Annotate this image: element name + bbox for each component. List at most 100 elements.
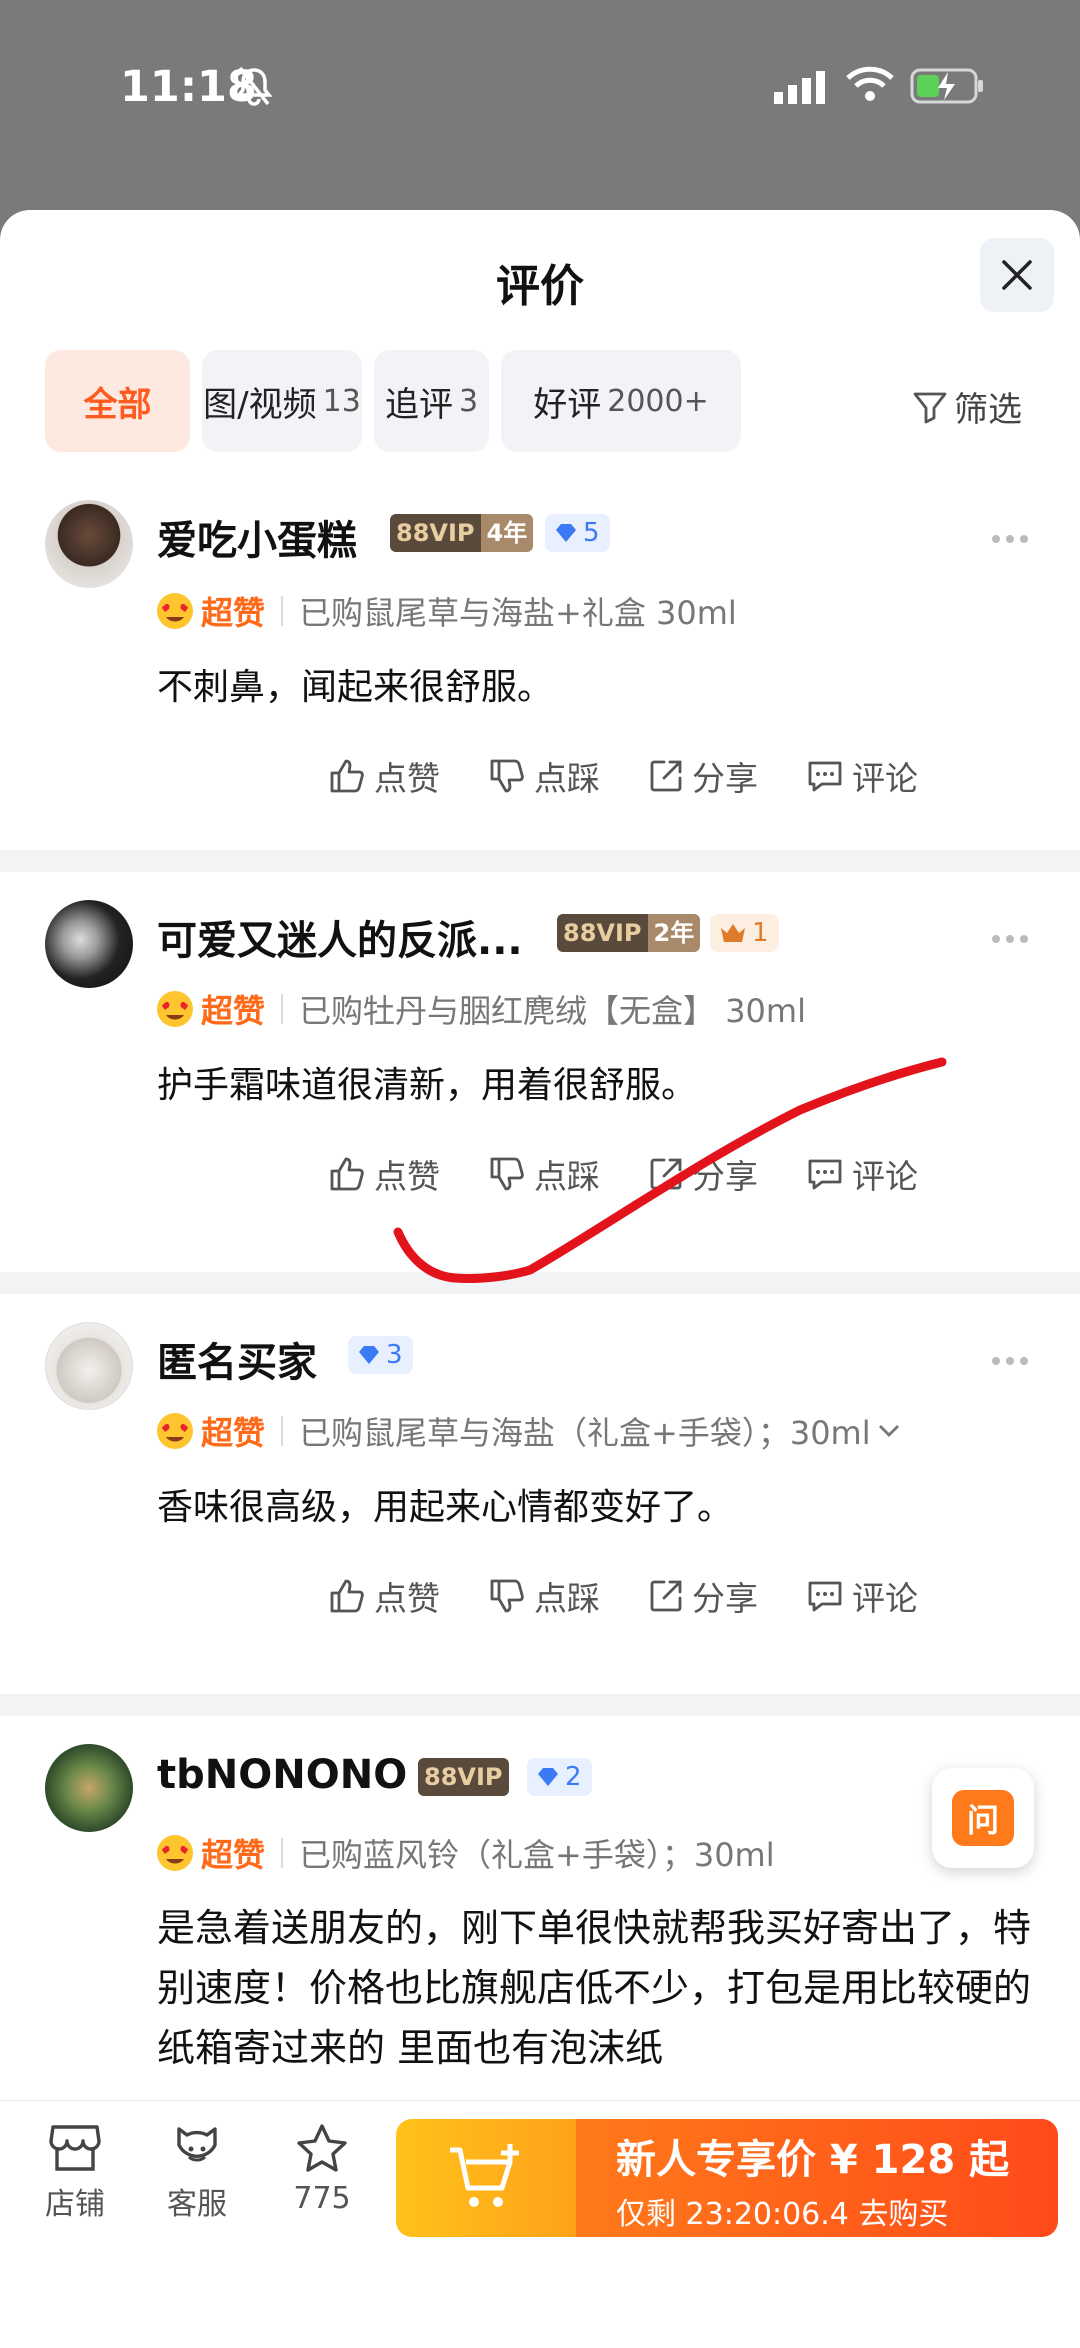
chip-count: 2000+ xyxy=(607,383,709,419)
share-label: 分享 xyxy=(692,1157,758,1196)
rating-row: 超赞 已购蓝风铃（礼盒+手袋）；30ml xyxy=(155,1830,775,1876)
service-label: 客服 xyxy=(167,2187,227,2222)
thumbs-down-icon xyxy=(490,759,524,793)
level-badge: 2 xyxy=(527,1758,592,1796)
reviewer-name[interactable]: 匿名买家 xyxy=(157,1330,317,1388)
review-sheet: 评价 全部 图/视频 13 追评 3 好评 2000+ 筛选 爱吃小蛋糕 88VIP 4… xyxy=(0,210,1080,2100)
thumbs-up-icon xyxy=(330,1157,364,1191)
dislike-button[interactable]: 点踩 xyxy=(488,1150,600,1198)
close-button[interactable] xyxy=(980,238,1054,312)
vip-label: 88VIP xyxy=(390,514,481,552)
like-button[interactable]: 点赞 xyxy=(328,1150,440,1198)
filter-chip-positive[interactable]: 好评 2000+ xyxy=(501,350,741,452)
share-button[interactable]: 分享 xyxy=(648,1150,758,1198)
like-label: 点赞 xyxy=(374,1157,440,1196)
store-tab[interactable]: 店铺 xyxy=(30,2123,120,2223)
heart-eyes-emoji-icon xyxy=(157,593,193,629)
chip-label: 追评 xyxy=(384,384,453,425)
add-to-cart-button[interactable] xyxy=(396,2119,576,2237)
thumbs-up-icon xyxy=(330,1579,364,1613)
level-badge: 5 xyxy=(545,514,610,552)
rating-row: 超赞 已购鼠尾草与海盐（礼盒+手袋）；30ml xyxy=(155,1408,903,1454)
store-label: 店铺 xyxy=(45,2187,105,2222)
customer-service-icon xyxy=(177,2127,217,2162)
thumbs-down-icon xyxy=(490,1157,524,1191)
bottom-bar: 店铺 客服 775 新人专享价 ¥ 128 起 仅剩 23:20:06.4 去购… xyxy=(0,2100,1080,2348)
rating-label: 超赞 xyxy=(201,1414,266,1452)
level-value: 5 xyxy=(583,518,600,548)
purchased-sku: 已购鼠尾草与海盐（礼盒+手袋）；30ml xyxy=(299,1414,871,1452)
share-button[interactable]: 分享 xyxy=(648,752,758,800)
share-label: 分享 xyxy=(692,759,758,798)
bell-muted-icon xyxy=(236,66,272,106)
ask-label: 问 xyxy=(966,1801,999,1839)
level-badge: 1 xyxy=(710,914,779,952)
avatar[interactable] xyxy=(45,500,133,588)
divider xyxy=(0,1694,1080,1716)
dislike-button[interactable]: 点踩 xyxy=(488,752,600,800)
crown-icon xyxy=(721,924,745,942)
favorite-tab[interactable]: 775 xyxy=(277,2123,367,2216)
ask-icon: 问 xyxy=(952,1790,1014,1846)
rating-label: 超赞 xyxy=(201,594,266,632)
comment-label: 评论 xyxy=(852,759,918,798)
vip-badge: 88VIP 2年 xyxy=(557,914,701,952)
avatar[interactable] xyxy=(45,1744,133,1832)
buy-button[interactable]: 新人专享价 ¥ 128 起 仅剩 23:20:06.4 去购买 xyxy=(396,2119,1058,2237)
comment-button[interactable]: 评论 xyxy=(806,752,918,800)
funnel-icon xyxy=(913,392,947,423)
like-button[interactable]: 点赞 xyxy=(328,752,440,800)
review-card: tbNONONO 88VIP 2 超赞 已购蓝风铃（礼盒+手袋）；30ml 是急… xyxy=(0,1716,1080,2100)
avatar[interactable] xyxy=(45,1322,133,1410)
avatar[interactable] xyxy=(45,900,133,988)
purchased-sku: 已购鼠尾草与海盐+礼盒 30ml xyxy=(299,594,737,632)
review-actions: 点赞 点踩 分享 评论 xyxy=(328,1572,918,1620)
dislike-label: 点踩 xyxy=(534,759,600,798)
level-badge: 3 xyxy=(348,1336,413,1374)
more-options-button[interactable] xyxy=(992,535,1028,543)
review-card: 爱吃小蛋糕 88VIP 4年 5 超赞 已购鼠尾草与海盐+礼盒 30ml 不刺鼻，… xyxy=(0,480,1080,798)
more-options-button[interactable] xyxy=(992,935,1028,943)
dislike-button[interactable]: 点踩 xyxy=(488,1572,600,1620)
level-value: 3 xyxy=(386,1340,403,1370)
wifi-icon xyxy=(846,66,894,101)
more-options-button[interactable] xyxy=(992,1357,1028,1365)
service-tab[interactable]: 客服 xyxy=(152,2123,242,2223)
chevron-down-icon[interactable] xyxy=(875,1417,903,1445)
buy-now-panel[interactable]: 新人专享价 ¥ 128 起 仅剩 23:20:06.4 去购买 xyxy=(576,2119,1058,2237)
comment-button[interactable]: 评论 xyxy=(806,1150,918,1198)
filter-button-label: 筛选 xyxy=(954,390,1022,430)
divider xyxy=(0,1272,1080,1294)
review-card: 匿名买家 3 超赞 已购鼠尾草与海盐（礼盒+手袋）；30ml 香味很高级，用起来… xyxy=(0,1294,1080,1632)
heart-eyes-emoji-icon xyxy=(157,1835,193,1871)
cellular-signal-icon xyxy=(774,71,825,104)
ask-button[interactable]: 问 xyxy=(932,1768,1034,1868)
share-icon xyxy=(650,760,682,792)
review-card: 可爱又迷人的反派... 88VIP 2年 1 超赞 已购牡丹与胭红麂绒【无盒】 3… xyxy=(0,872,1080,1210)
reviewer-name[interactable]: tbNONONO xyxy=(157,1752,407,1798)
review-text: 不刺鼻，闻起来很舒服。 xyxy=(157,667,554,708)
comment-button[interactable]: 评论 xyxy=(806,1572,918,1620)
separator xyxy=(281,1838,284,1868)
reviewer-name[interactable]: 爱吃小蛋糕 xyxy=(157,508,357,566)
filter-chip-all[interactable]: 全部 xyxy=(45,350,190,452)
heart-eyes-emoji-icon xyxy=(157,991,193,1027)
chip-label: 全部 xyxy=(83,384,152,425)
like-button[interactable]: 点赞 xyxy=(328,1572,440,1620)
store-icon xyxy=(49,2125,101,2171)
buy-countdown: 仅剩 23:20:06.4 去购买 xyxy=(616,2197,949,2232)
filter-chip-followup[interactable]: 追评 3 xyxy=(374,350,489,452)
cart-plus-icon xyxy=(450,2144,519,2207)
filter-button[interactable]: 筛选 xyxy=(912,382,1022,431)
like-label: 点赞 xyxy=(374,1579,440,1618)
diamond-icon xyxy=(556,524,576,542)
battery-charging-icon xyxy=(910,68,983,104)
share-button[interactable]: 分享 xyxy=(648,1572,758,1620)
divider xyxy=(0,850,1080,872)
level-value: 2 xyxy=(565,1762,582,1792)
vip-badge: 88VIP xyxy=(418,1758,509,1796)
filter-chip-media[interactable]: 图/视频 13 xyxy=(202,350,362,452)
vip-label: 88VIP xyxy=(557,914,648,952)
purchased-sku: 已购蓝风铃（礼盒+手袋）；30ml xyxy=(299,1836,775,1874)
reviewer-name[interactable]: 可爱又迷人的反派... xyxy=(157,908,523,966)
